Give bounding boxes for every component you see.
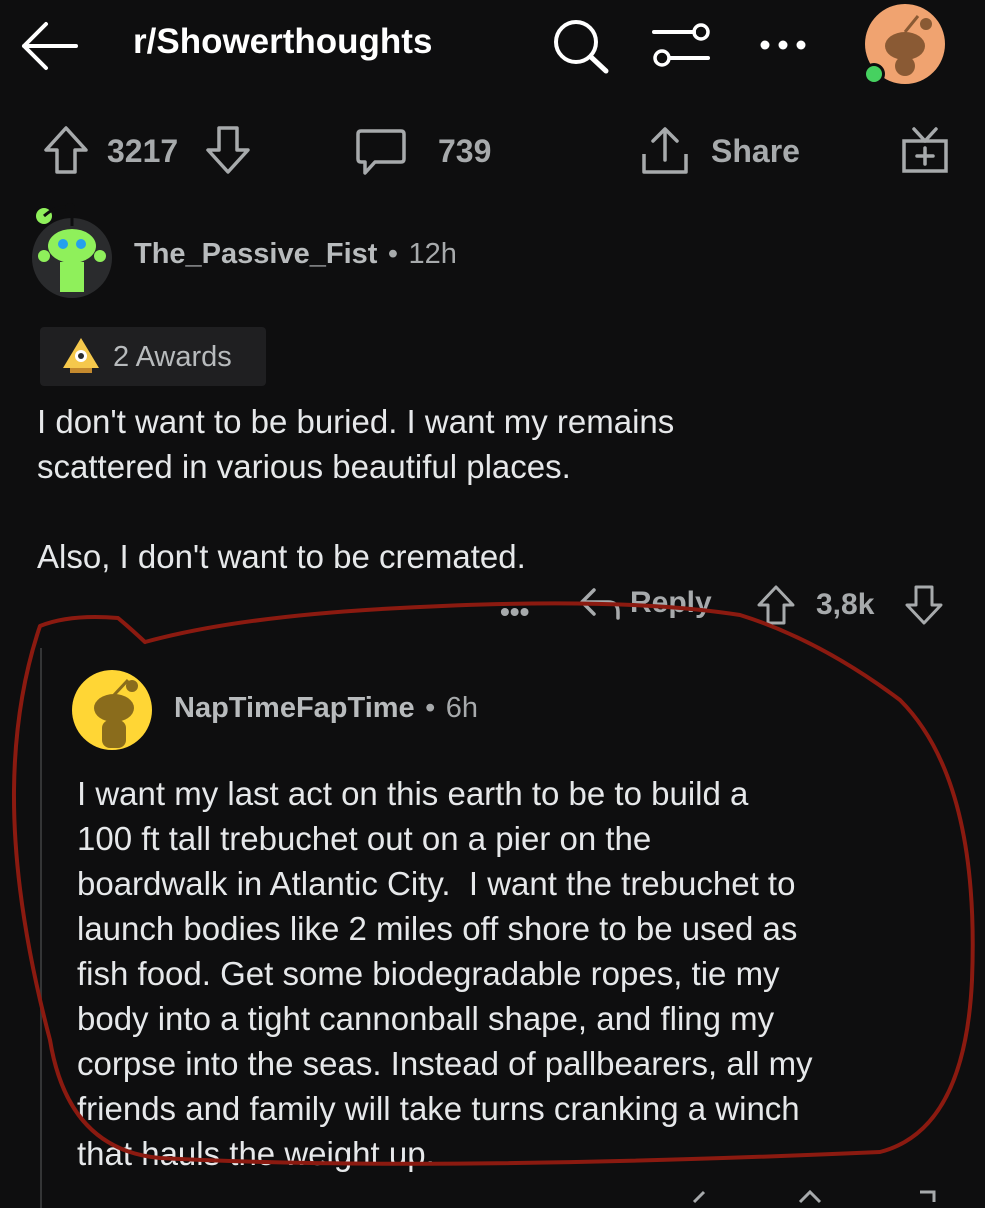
- filter-button[interactable]: [650, 20, 712, 72]
- back-arrow-icon: [22, 22, 78, 70]
- comment-1-body: I don't want to be buried. I want my rem…: [37, 403, 675, 575]
- give-award-button[interactable]: [898, 124, 952, 176]
- share-icon: [642, 127, 688, 174]
- comment-1-time: 12h: [408, 238, 457, 270]
- comment-count: 739: [438, 133, 492, 169]
- more-options-button[interactable]: [758, 30, 808, 60]
- downvote-arrow-icon: [206, 126, 250, 174]
- comment-1-score: 3,8k: [816, 588, 875, 621]
- comment-2-time: 6h: [445, 692, 478, 724]
- upvote-arrow-icon: [44, 126, 88, 174]
- comment-2-body: I want my last act on this earth to be t…: [77, 775, 813, 1172]
- more-horizontal-icon: [760, 40, 806, 50]
- comment-bubble-icon: [356, 129, 406, 175]
- reply-button[interactable]: Reply: [578, 584, 718, 624]
- comment-2-separator: •: [425, 692, 436, 724]
- avatar: [72, 670, 152, 750]
- search-button[interactable]: [550, 17, 612, 75]
- comment-2-actions-partial[interactable]: [690, 1188, 950, 1208]
- upvote-arrow-icon: [757, 585, 795, 625]
- comment-1-username[interactable]: The_Passive_Fist: [134, 238, 377, 270]
- back-button[interactable]: [18, 18, 80, 74]
- award-icon: [63, 338, 99, 373]
- reply-label: Reply: [630, 586, 712, 619]
- comment-2-username[interactable]: NapTimeFapTime: [174, 692, 415, 724]
- subreddit-title[interactable]: r/Showerthoughts: [133, 22, 432, 62]
- comment-1-downvote-button[interactable]: [903, 584, 945, 626]
- downvote-arrow-icon: [905, 585, 943, 625]
- comment-2-avatar[interactable]: [70, 668, 154, 752]
- comment-2-header: NapTimeFapTime • 6h: [174, 692, 478, 725]
- comment-1-separator: •: [387, 238, 399, 270]
- comment-1-upvote-button[interactable]: [755, 584, 797, 626]
- search-icon: [554, 20, 609, 74]
- online-status-dot: [866, 66, 882, 82]
- share-label: Share: [711, 133, 800, 169]
- post-score: 3217: [107, 133, 179, 169]
- avatar: [32, 203, 112, 298]
- reply-arrow-icon: [580, 588, 620, 620]
- user-avatar-button[interactable]: [860, 2, 950, 92]
- comments-button[interactable]: [355, 127, 407, 177]
- comment-1-avatar[interactable]: [30, 200, 114, 300]
- comment-1-header: The_Passive_Fist • 12h: [134, 238, 457, 271]
- post-downvote-button[interactable]: [202, 124, 254, 176]
- user-avatar: [863, 4, 945, 85]
- gift-plus-icon: [902, 127, 948, 173]
- share-button[interactable]: Share: [638, 124, 808, 178]
- thread-line[interactable]: [40, 648, 42, 1208]
- sliders-icon: [652, 23, 710, 67]
- post-upvote-button[interactable]: [40, 124, 92, 176]
- comment-1-more-button[interactable]: •••: [500, 596, 529, 628]
- awards-label: 2 Awards: [113, 341, 232, 373]
